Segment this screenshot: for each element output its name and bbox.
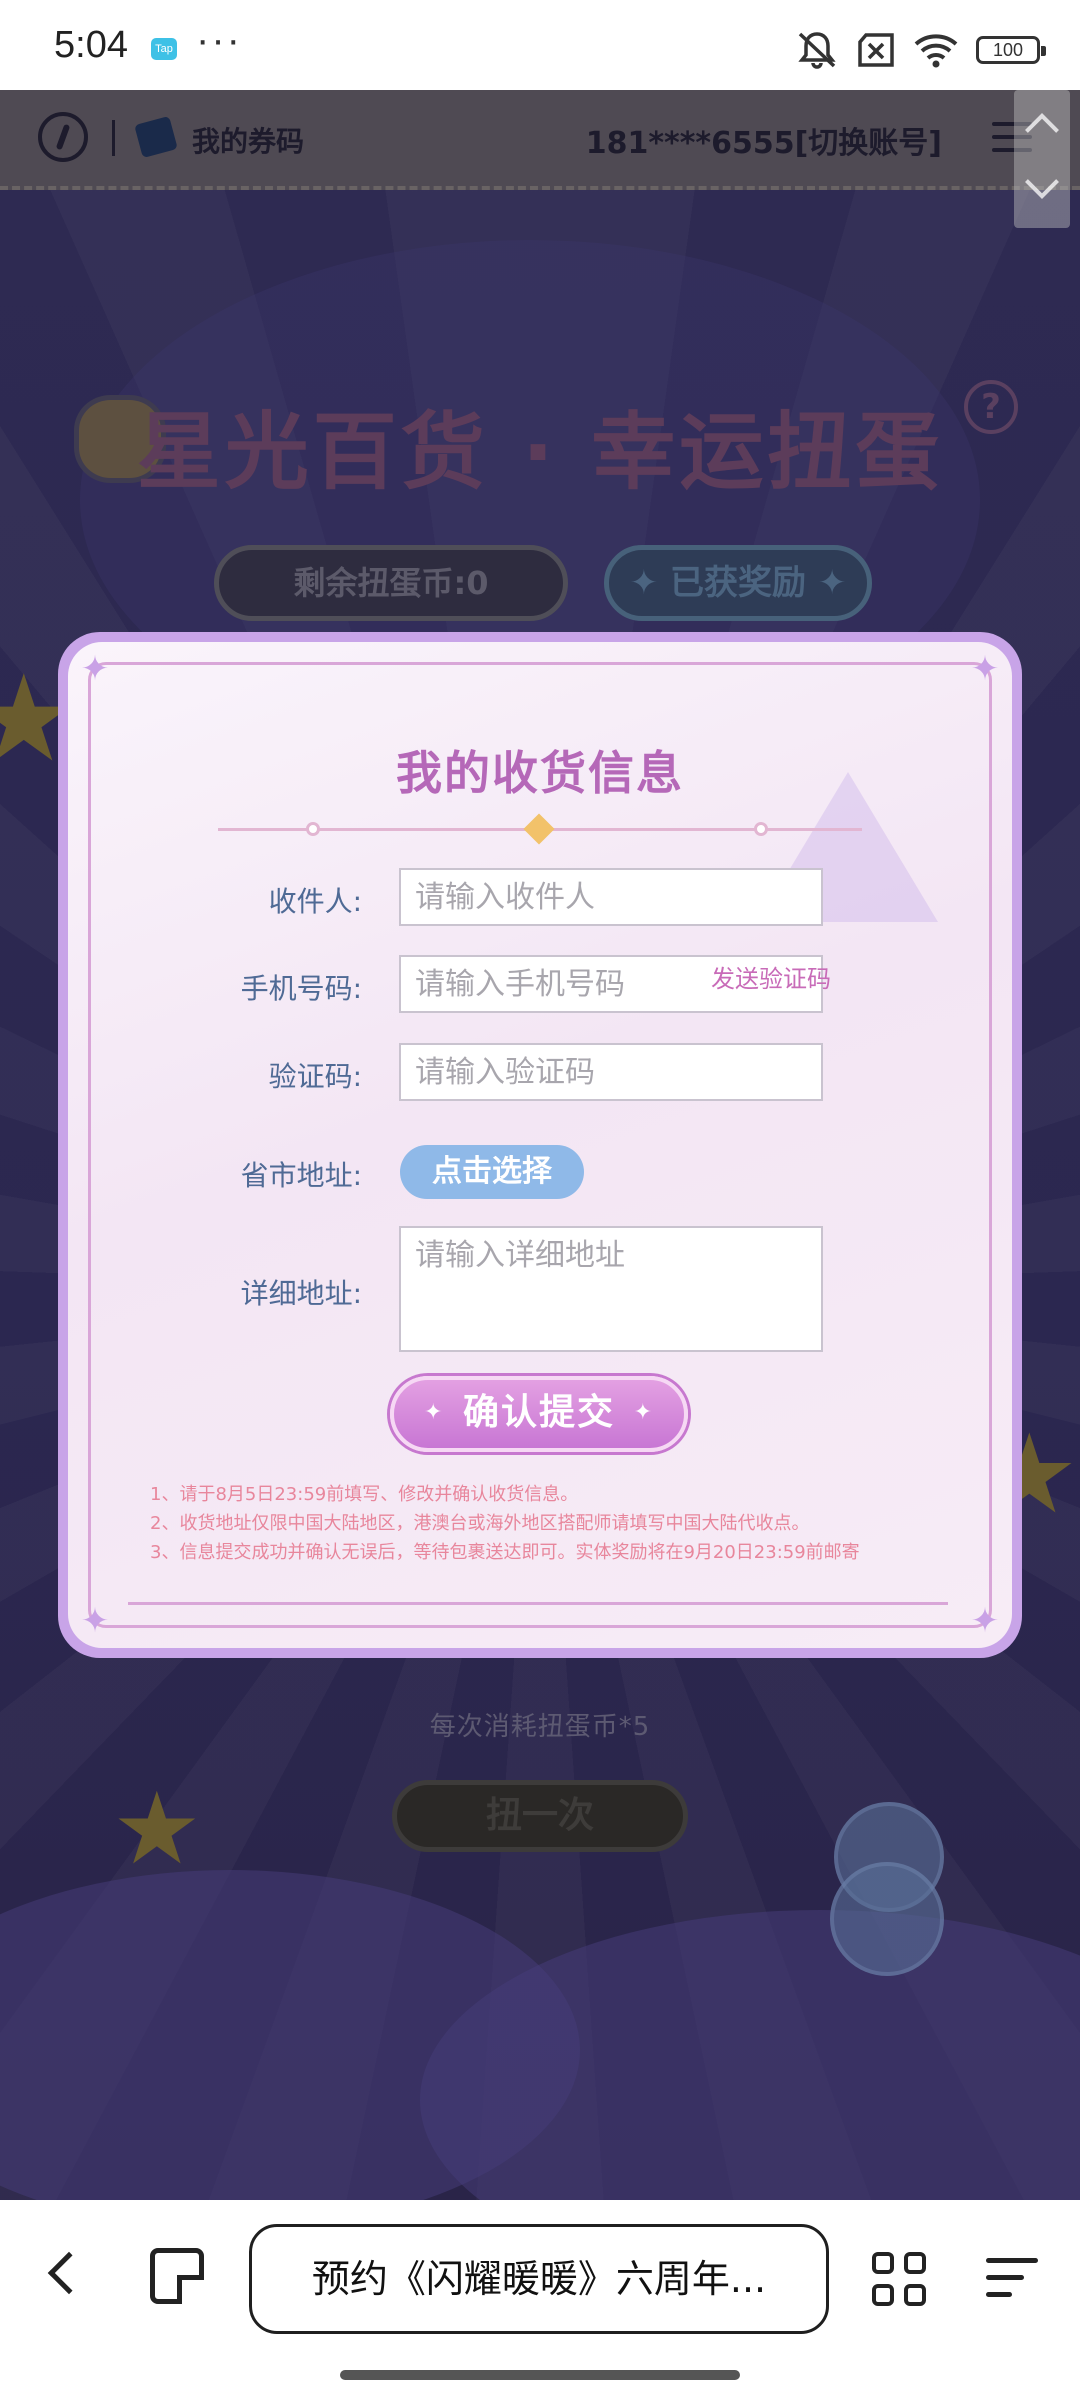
- status-icons: 100: [796, 30, 1046, 70]
- tabs-icon[interactable]: [150, 2248, 204, 2304]
- music-logo-icon[interactable]: [38, 112, 88, 162]
- sparkle-icon: ✦: [424, 1400, 445, 1425]
- recipient-label: 收件人:: [268, 885, 362, 918]
- tap-app-icon: Tap: [151, 38, 177, 60]
- coin-balance-badge: 剩余扭蛋币:0: [214, 545, 568, 621]
- region-label: 省市地址:: [240, 1159, 362, 1192]
- submit-button[interactable]: ✦ 确认提交 ✦: [390, 1376, 688, 1452]
- corner-sparkle-icon: ✦: [80, 649, 110, 689]
- url-bar[interactable]: 预约《闪耀暖暖》六周年...: [249, 2224, 829, 2334]
- verification-code-input[interactable]: [399, 1043, 823, 1101]
- region-select-button[interactable]: 点击选择: [400, 1145, 584, 1199]
- scroll-down-icon[interactable]: [1025, 165, 1059, 199]
- help-icon[interactable]: ?: [964, 380, 1018, 434]
- page-scroll-widget[interactable]: [1014, 90, 1070, 228]
- apps-grid-icon[interactable]: [872, 2252, 928, 2308]
- send-code-button[interactable]: 发送验证码: [711, 964, 831, 994]
- back-icon[interactable]: [47, 2251, 91, 2295]
- address-textarea[interactable]: [399, 1226, 823, 1352]
- site-header: 我的券码 181****6555[切换账号]: [0, 90, 1080, 190]
- divider-dot: [754, 822, 768, 836]
- status-time: 5:04: [54, 24, 128, 66]
- corner-sparkle-icon: ✦: [80, 1601, 110, 1641]
- my-coupons-link[interactable]: 我的券码: [192, 120, 304, 160]
- spin-cost-text: 每次消耗扭蛋币*5: [429, 1712, 651, 1742]
- mute-bell-icon: [798, 32, 836, 69]
- shipping-info-dialog: ✦ ✦ ✦ ✦ 我的收货信息 收件人: 手机号码: 发送验证码 验证码: 省市地…: [58, 632, 1022, 1658]
- dialog-title: 我的收货信息: [396, 746, 684, 800]
- corner-sparkle-icon: ✦: [970, 649, 1000, 689]
- note-item: 2、收货地址仅限中国大陆地区，港澳台或海外地区搭配师请填写中国大陆代收点。: [150, 1513, 810, 1534]
- recipient-input[interactable]: [399, 868, 823, 926]
- note-item: 3、信息提交成功并确认无误后，等待包裹送达即可。实体奖励将在9月20日23:59…: [150, 1542, 860, 1563]
- submit-label: 确认提交: [462, 1392, 615, 1433]
- game-title: 星光百货 · 幸运扭蛋: [136, 403, 944, 501]
- more-notifications-icon: ···: [196, 18, 242, 62]
- rewards-button[interactable]: ✦ 已获奖励 ✦: [604, 545, 872, 621]
- bottom-divider: [128, 1602, 948, 1605]
- no-sim-icon: [858, 33, 894, 67]
- dialog-panel: ✦ ✦ ✦ ✦ 我的收货信息 收件人: 手机号码: 发送验证码 验证码: 省市地…: [68, 642, 1012, 1648]
- address-label: 详细地址:: [240, 1277, 362, 1310]
- wifi-icon: [914, 34, 958, 68]
- note-item: 1、请于8月5日23:59前填写、修改并确认收货信息。: [150, 1484, 579, 1505]
- capsule-decoration: [830, 1862, 944, 1976]
- notes-list: 1、请于8月5日23:59前填写、修改并确认收货信息。 2、收货地址仅限中国大陆…: [150, 1480, 970, 1567]
- home-indicator[interactable]: [340, 2370, 740, 2380]
- account-switch-link[interactable]: 181****6555[切换账号]: [586, 118, 942, 162]
- corner-sparkle-icon: ✦: [970, 1601, 1000, 1641]
- spin-button[interactable]: 扭一次: [392, 1780, 688, 1852]
- header-divider: [112, 120, 115, 156]
- browser-menu-icon[interactable]: [986, 2258, 1038, 2302]
- star-decoration-icon: ★: [112, 1770, 202, 1887]
- divider-dot: [306, 822, 320, 836]
- sparkle-icon: ✦: [633, 1400, 654, 1425]
- coupon-icon[interactable]: [134, 115, 178, 159]
- scroll-up-icon[interactable]: [1025, 113, 1059, 147]
- code-label: 验证码:: [268, 1060, 362, 1093]
- status-bar: 5:04 Tap ··· 100: [0, 0, 1080, 90]
- battery-indicator: 100: [976, 36, 1046, 64]
- phone-label: 手机号码:: [240, 972, 362, 1005]
